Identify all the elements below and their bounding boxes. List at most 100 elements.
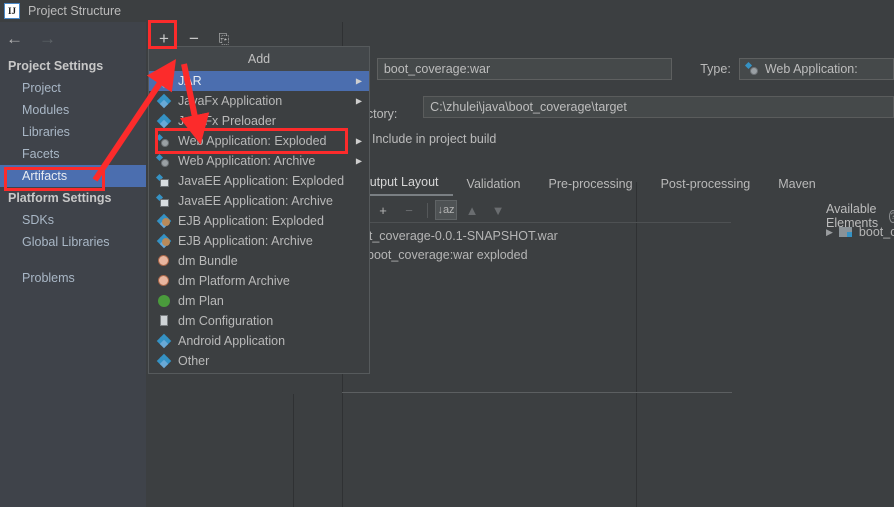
javaee-icon: [157, 194, 171, 208]
output-directory-input[interactable]: C:\zhulei\java\boot_coverage\target: [423, 96, 894, 118]
ejb-icon: [157, 214, 171, 228]
bundle-icon: [157, 254, 171, 268]
menu-item-label: dm Platform Archive: [178, 274, 290, 288]
green-ball-icon: [157, 294, 171, 308]
name-row: me: boot_coverage:war Type: Web Applicat…: [346, 55, 894, 83]
menu-item-label: EJB Application: Exploded: [178, 214, 324, 228]
move-up-button[interactable]: ▲: [461, 200, 483, 220]
menu-item-label: EJB Application: Archive: [178, 234, 313, 248]
diamond-icon: [157, 94, 171, 108]
sidebar-item-problems[interactable]: Problems: [0, 267, 146, 289]
bundle-icon: [157, 274, 171, 288]
list-item[interactable]: ▶ boot_coverage: [826, 225, 894, 239]
chevron-right-icon: ▶: [356, 137, 362, 146]
artifact-name-input[interactable]: boot_coverage:war: [377, 58, 672, 80]
project-structure-dialog: IJ Project Structure ← → Project Setting…: [0, 0, 894, 507]
help-icon[interactable]: ?: [889, 210, 894, 223]
document-icon: [157, 314, 171, 328]
menu-item-dm-plan[interactable]: dm Plan: [149, 291, 369, 311]
chevron-right-icon: ▶: [356, 77, 362, 86]
folder-icon: [839, 225, 853, 239]
web-application-icon: [746, 62, 760, 76]
diamond-icon: [157, 334, 171, 348]
tab-post-processing[interactable]: Post-processing: [647, 175, 765, 196]
web-application-icon: [157, 154, 171, 168]
sidebar-item-modules[interactable]: Modules: [0, 99, 146, 121]
move-down-button[interactable]: ▼: [487, 200, 509, 220]
menu-item-label: dm Configuration: [178, 314, 273, 328]
menu-item-javafx-application[interactable]: JavaFx Application ▶: [149, 91, 369, 111]
chevron-right-icon[interactable]: ▶: [826, 227, 833, 238]
available-element-label: boot_coverage: [859, 225, 894, 239]
tab-pre-processing[interactable]: Pre-processing: [535, 175, 647, 196]
title-bar: IJ Project Structure: [0, 0, 894, 22]
menu-item-ejb-application-archive[interactable]: EJB Application: Archive: [149, 231, 369, 251]
settings-sidebar: ← → Project Settings Project Modules Lib…: [0, 22, 146, 507]
output-directory-row: tput directory: C:\zhulei\java\boot_cove…: [346, 93, 894, 121]
annotation-box-add-button: [148, 20, 177, 49]
sidebar-item-sdks[interactable]: SDKs: [0, 209, 146, 231]
add-menu-popup[interactable]: Add JAR ▶ JavaFx Application ▶ JavaFx Pr…: [148, 46, 370, 374]
sidebar-item-global-libraries[interactable]: Global Libraries: [0, 231, 146, 253]
toolbar-underline: [346, 222, 731, 223]
project-settings-group-label: Project Settings: [0, 55, 146, 77]
navigation-arrows: ← →: [0, 22, 146, 55]
artifact-type-value: Web Application:: [765, 61, 858, 78]
output-layout-tree[interactable]: boot_coverage-0.0.1-SNAPSHOT.war boot_co…: [342, 226, 732, 264]
back-arrow-icon[interactable]: ←: [6, 30, 23, 47]
menu-item-ejb-application-exploded[interactable]: EJB Application: Exploded: [149, 211, 369, 231]
sidebar-item-facets[interactable]: Facets: [0, 143, 146, 165]
artifact-type-select[interactable]: Web Application:: [739, 58, 894, 80]
menu-item-dm-bundle[interactable]: dm Bundle: [149, 251, 369, 271]
menu-item-javaee-application-exploded[interactable]: JavaEE Application: Exploded: [149, 171, 369, 191]
menu-item-label: JavaEE Application: Archive: [178, 194, 333, 208]
menu-item-label: JavaEE Application: Exploded: [178, 174, 344, 188]
toolbar-separator: [427, 203, 428, 218]
menu-item-dm-platform-archive[interactable]: dm Platform Archive: [149, 271, 369, 291]
sidebar-item-libraries[interactable]: Libraries: [0, 121, 146, 143]
include-in-build-row[interactable]: Include in project build: [346, 127, 894, 151]
diamond-icon: [157, 354, 171, 368]
artifact-form: me: boot_coverage:war Type: Web Applicat…: [346, 55, 894, 151]
forward-arrow-icon[interactable]: →: [39, 30, 56, 47]
ejb-icon: [157, 234, 171, 248]
output-pane-bottom-border: [342, 392, 732, 393]
layout-add-button[interactable]: +: [372, 200, 394, 220]
chevron-right-icon: ▶: [356, 97, 362, 106]
war-node-label: boot_coverage-0.0.1-SNAPSHOT.war: [348, 229, 558, 243]
menu-item-javaee-application-archive[interactable]: JavaEE Application: Archive: [149, 191, 369, 211]
output-layout-toolbar: + − ↓az ▲ ▼: [346, 198, 731, 222]
menu-item-label: JAR: [178, 74, 202, 88]
menu-item-label: JavaFx Preloader: [178, 114, 276, 128]
menu-item-android-application[interactable]: Android Application: [149, 331, 369, 351]
menu-item-label: Android Application: [178, 334, 285, 348]
add-menu-title: Add: [149, 47, 369, 71]
layout-remove-button[interactable]: −: [398, 200, 420, 220]
sort-button[interactable]: ↓az: [435, 200, 457, 220]
sidebar-spacer: [0, 253, 146, 267]
menu-item-other[interactable]: Other: [149, 351, 369, 371]
javaee-icon: [157, 174, 171, 188]
artifact-tabs: Output Layout Validation Pre-processing …: [346, 172, 894, 196]
intellij-logo-icon: IJ: [4, 3, 20, 19]
type-label: Type:: [700, 62, 731, 76]
war-exploded-node-label: boot_coverage:war exploded: [367, 248, 528, 262]
annotation-box-artifacts: [4, 167, 105, 191]
tab-validation[interactable]: Validation: [453, 175, 535, 196]
sidebar-item-project[interactable]: Project: [0, 77, 146, 99]
menu-item-label: dm Plan: [178, 294, 224, 308]
tab-maven[interactable]: Maven: [764, 175, 830, 196]
include-in-build-label: Include in project build: [372, 132, 496, 146]
annotation-box-web-application-exploded: [155, 128, 348, 154]
menu-item-label: JavaFx Application: [178, 94, 282, 108]
tree-row[interactable]: boot_coverage-0.0.1-SNAPSHOT.war: [342, 226, 732, 245]
menu-item-label: dm Bundle: [178, 254, 238, 268]
tree-row[interactable]: boot_coverage:war exploded: [342, 245, 732, 264]
menu-item-dm-configuration[interactable]: dm Configuration: [149, 311, 369, 331]
diamond-icon: [157, 114, 171, 128]
menu-item-jar[interactable]: JAR ▶: [149, 71, 369, 91]
menu-item-web-application-archive[interactable]: Web Application: Archive ▶: [149, 151, 369, 171]
window-title: Project Structure: [28, 4, 121, 18]
menu-item-label: Other: [178, 354, 209, 368]
inner-divider-left: [293, 394, 294, 507]
